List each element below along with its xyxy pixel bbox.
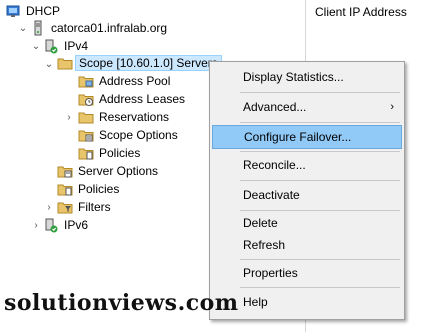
menu-item-reconcile[interactable]: Reconcile... — [212, 154, 402, 176]
menu-item-help[interactable]: Help — [212, 291, 402, 313]
menu-item-configure-failover[interactable]: Configure Failover... — [212, 125, 402, 149]
menu-separator — [240, 180, 400, 181]
tree-item-filters[interactable]: Filters — [57, 198, 111, 216]
menu-item-advanced[interactable]: Advanced... › — [212, 96, 402, 118]
folder-icon — [78, 109, 94, 125]
menu-item-delete[interactable]: Delete — [212, 212, 402, 234]
address-pool-icon — [78, 73, 94, 89]
tree-item-policies[interactable]: Policies — [57, 180, 119, 198]
tree-label: Scope Options — [99, 128, 178, 142]
collapse-chevron-icon[interactable]: ⌄ — [18, 24, 28, 34]
tree-label: Address Pool — [99, 74, 171, 88]
menu-item-properties[interactable]: Properties — [212, 262, 402, 284]
tree-item-reservations[interactable]: Reservations — [78, 108, 169, 126]
collapse-chevron-icon[interactable]: ⌄ — [31, 42, 41, 52]
tree-label: IPv4 — [64, 39, 89, 53]
address-leases-icon — [78, 91, 94, 107]
collapse-chevron-icon[interactable]: ⌄ — [44, 60, 54, 70]
ipv6-icon — [43, 217, 59, 233]
menu-item-deactivate[interactable]: Deactivate — [212, 184, 402, 206]
scope-options-icon — [78, 127, 94, 143]
tree-item-ipv4[interactable]: IPv4 — [43, 37, 88, 55]
tree-label: Address Leases — [99, 92, 186, 106]
server-options-icon — [57, 163, 73, 179]
tree-label: Policies — [78, 182, 120, 196]
tree-label: DHCP — [26, 4, 61, 18]
tree-item-server-options[interactable]: Server Options — [57, 162, 158, 180]
tree-item-server[interactable]: catorca01.infralab.org — [30, 19, 167, 37]
tree-item-ipv6[interactable]: IPv6 — [43, 216, 88, 234]
watermark: solutionviews.com — [4, 290, 239, 316]
tree-label: IPv6 — [64, 218, 89, 232]
tree-item-address-leases[interactable]: Address Leases — [78, 90, 185, 108]
menu-separator — [240, 210, 400, 211]
policies-icon — [78, 145, 94, 161]
menu-separator — [240, 151, 400, 152]
tree-label: catorca01.infralab.org — [51, 21, 168, 35]
tree-label: Reservations — [99, 110, 170, 124]
expand-chevron-icon[interactable]: › — [44, 203, 54, 213]
expand-chevron-icon[interactable]: › — [31, 221, 41, 231]
dhcp-icon — [5, 3, 21, 19]
tree-label: Filters — [78, 200, 111, 214]
tree-item-address-pool[interactable]: Address Pool — [78, 72, 170, 90]
submenu-arrow-icon: › — [390, 101, 394, 113]
tree-item-scope-options[interactable]: Scope Options — [78, 126, 178, 144]
policies-icon — [57, 181, 73, 197]
selected-scope-label: Scope [10.60.1.0] Servers — [75, 55, 222, 71]
server-icon — [30, 20, 46, 36]
filter-icon — [57, 199, 73, 215]
context-menu: Display Statistics... Advanced... › Conf… — [209, 61, 405, 320]
menu-item-refresh[interactable]: Refresh — [212, 234, 402, 256]
menu-item-display-statistics[interactable]: Display Statistics... — [212, 66, 402, 88]
folder-icon — [57, 55, 73, 71]
column-header-client-ip[interactable]: Client IP Address — [315, 5, 407, 19]
tree-item-scope-policies[interactable]: Policies — [78, 144, 140, 162]
menu-separator — [240, 259, 400, 260]
tree-item-scope[interactable]: Scope [10.60.1.0] Servers — [57, 54, 222, 72]
tree-item-dhcp[interactable]: DHCP — [5, 2, 60, 20]
tree-label: Policies — [99, 146, 141, 160]
menu-separator — [240, 287, 400, 288]
expand-chevron-icon[interactable]: › — [64, 113, 74, 123]
ipv4-icon — [43, 38, 59, 54]
menu-separator — [240, 122, 400, 123]
tree-label: Server Options — [78, 164, 159, 178]
menu-separator — [240, 92, 400, 93]
